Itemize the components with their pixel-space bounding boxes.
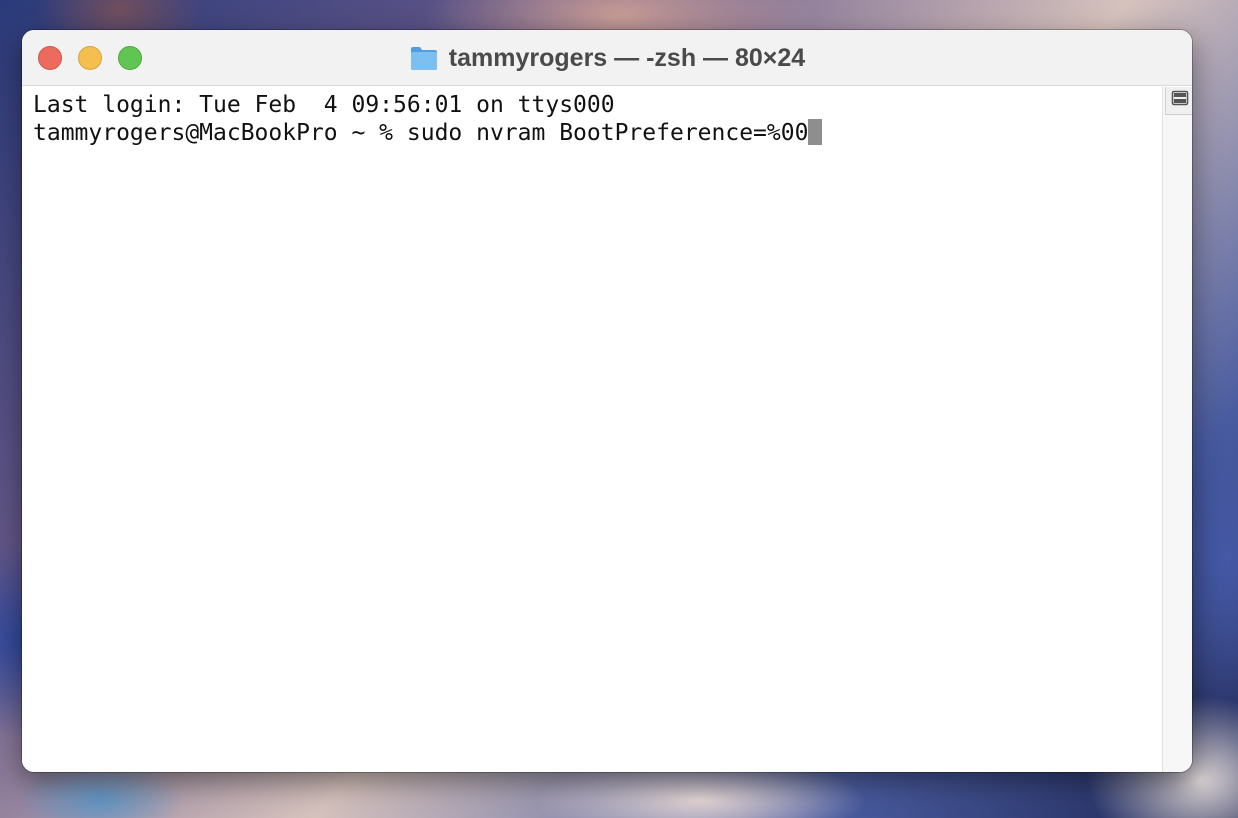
window-title: tammyrogers — -zsh — 80×24 (448, 43, 806, 72)
terminal-window: tammyrogers — -zsh — 80×24 Last login: T… (22, 30, 1192, 772)
folder-icon (409, 44, 439, 72)
title-bar[interactable]: tammyrogers — -zsh — 80×24 (22, 30, 1192, 86)
terminal-line-prompt: tammyrogers@MacBookPro ~ % sudo nvram Bo… (33, 119, 1162, 147)
scrollbar-gutter[interactable] (1162, 87, 1192, 772)
split-pane-icon (1171, 90, 1189, 111)
block-cursor (808, 119, 823, 145)
command-text: tammyrogers@MacBookPro ~ % sudo nvram Bo… (33, 120, 809, 146)
window-title-area: tammyrogers — -zsh — 80×24 (22, 30, 1192, 86)
terminal-output[interactable]: Last login: Tue Feb 4 09:56:01 on ttys00… (22, 87, 1162, 772)
split-pane-button[interactable] (1165, 87, 1192, 115)
terminal-line-login: Last login: Tue Feb 4 09:56:01 on ttys00… (33, 92, 615, 118)
